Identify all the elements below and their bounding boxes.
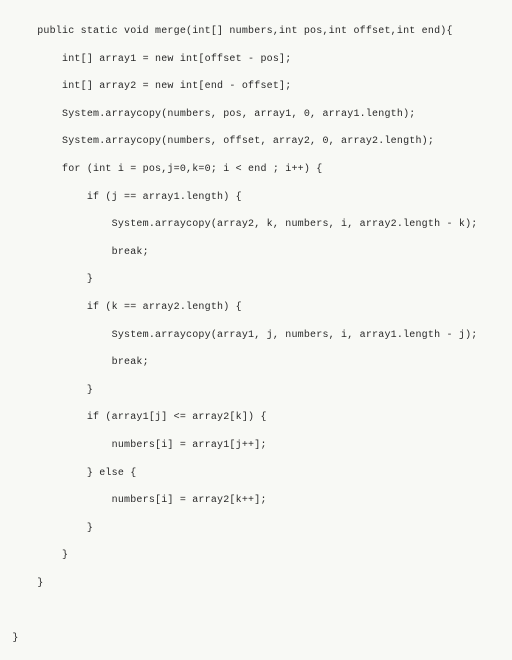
code-content: public static void merge(int[] numbers,i… — [0, 26, 477, 644]
code-block: public static void merge(int[] numbers,i… — [0, 0, 512, 653]
